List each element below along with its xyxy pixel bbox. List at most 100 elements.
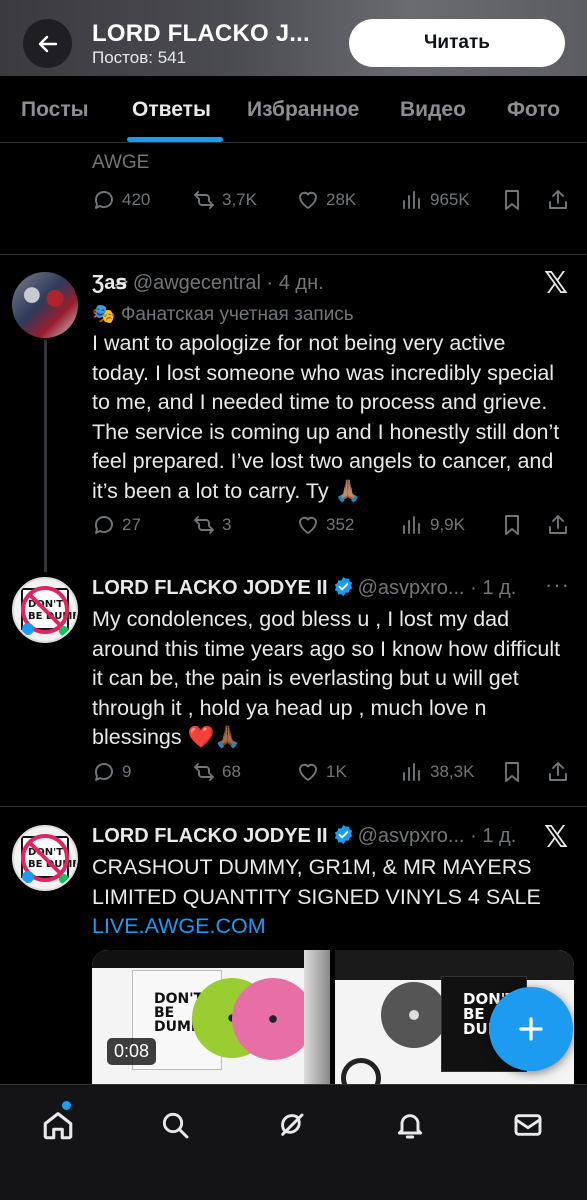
tab-replies[interactable]: Ответы xyxy=(132,98,211,122)
bookmark-button[interactable] xyxy=(500,188,524,212)
back-button[interactable] xyxy=(23,19,72,68)
post-actions: 420 3,7K 28K 965K xyxy=(92,188,572,218)
video-thumbnail[interactable]: DON'T BE DUMB 0:08 xyxy=(92,950,330,1090)
reply-count: 27 xyxy=(122,515,141,534)
avatar[interactable] xyxy=(12,272,78,338)
repost-arrows-icon xyxy=(194,516,214,534)
views-button[interactable]: 965K xyxy=(400,188,470,212)
avatar-image: DON'T BE DUMB xyxy=(21,834,76,884)
profile-header: LORD FLACKO J... Постов: 541 Читать xyxy=(0,0,587,76)
grok-icon xyxy=(281,1113,304,1136)
author-handle[interactable]: @awgecentral xyxy=(133,272,261,294)
profile-tabs: Посты Ответы Избранное Видео Фото xyxy=(0,76,587,142)
repost-count: 3,7K xyxy=(222,190,257,209)
arrow-left-icon xyxy=(38,35,57,52)
speech-bubble-icon xyxy=(95,763,113,781)
avatar-image: DON'T BE DUMB xyxy=(21,586,76,636)
post-actions: 9 68 1K 38,3K xyxy=(92,760,572,790)
bar-chart-icon xyxy=(403,763,420,781)
reply-button[interactable]: 420 xyxy=(92,188,150,212)
post-header: LORD FLACKO JODYE II @asvpxro... · 1 д. xyxy=(92,576,516,600)
bookmark-button[interactable] xyxy=(500,513,524,537)
repost-button[interactable]: 68 xyxy=(192,760,241,784)
nav-search[interactable] xyxy=(155,1105,195,1145)
vinyl-record xyxy=(232,978,314,1060)
reply-button[interactable]: 9 xyxy=(92,760,131,784)
mask-icon: 🎭 xyxy=(92,304,116,325)
bar-chart-icon xyxy=(403,191,420,209)
compose-button[interactable] xyxy=(489,987,573,1071)
tab-photos[interactable]: Фото xyxy=(507,98,560,122)
author-handle[interactable]: @asvpxro... xyxy=(358,577,465,599)
repost-button[interactable]: 3 xyxy=(192,513,231,537)
search-icon xyxy=(162,1112,189,1139)
like-button[interactable]: 1K xyxy=(296,760,347,784)
bookmark-icon xyxy=(505,515,519,535)
share-upload-icon xyxy=(549,762,567,781)
post-count: Постов: 541 xyxy=(92,48,187,67)
share-button[interactable] xyxy=(546,513,570,537)
author-name[interactable]: LORD FLACKO JODYE II xyxy=(92,825,328,847)
poster-edge xyxy=(304,950,330,1090)
share-button[interactable] xyxy=(546,760,570,784)
home-icon xyxy=(43,1112,73,1140)
like-button[interactable]: 28K xyxy=(296,188,356,212)
follow-button[interactable]: Читать xyxy=(349,19,565,67)
views-count: 9,9K xyxy=(430,515,465,534)
poster-strip xyxy=(92,950,330,968)
bar-chart-icon xyxy=(403,516,420,534)
plus-icon xyxy=(519,1017,543,1041)
tabs-divider xyxy=(0,142,587,143)
like-count: 28K xyxy=(326,190,357,209)
reply-button[interactable]: 27 xyxy=(92,513,141,537)
share-button[interactable] xyxy=(546,188,570,212)
x-logo-icon: 𝕏 xyxy=(544,820,569,855)
avatar[interactable]: DON'T BE DUMB xyxy=(12,825,78,891)
post-time: · 1 д. xyxy=(470,825,517,847)
author-name[interactable]: Ʒaꞩ xyxy=(92,272,127,294)
nav-grok[interactable] xyxy=(272,1105,312,1145)
post-link[interactable]: LIVE.AWGE.COM xyxy=(92,914,266,938)
post-actions: 27 3 352 9,9K xyxy=(92,513,572,543)
speech-bubble-icon xyxy=(95,191,113,209)
like-count: 352 xyxy=(326,515,355,534)
views-button[interactable]: 38,3K xyxy=(400,760,474,784)
video-duration: 0:08 xyxy=(107,1038,157,1065)
repost-count: 3 xyxy=(222,515,232,534)
notification-dot xyxy=(62,1101,71,1110)
nav-home[interactable] xyxy=(38,1105,78,1145)
avatar[interactable]: DON'T BE DUMB xyxy=(12,577,78,643)
profile-name: LORD FLACKO J... xyxy=(92,20,310,47)
post-header: Ʒaꞩ @awgecentral · 4 дн. xyxy=(92,270,324,295)
tab-videos[interactable]: Видео xyxy=(400,98,466,122)
speech-bubble-icon xyxy=(95,516,113,534)
heart-icon xyxy=(299,763,317,781)
author-name[interactable]: LORD FLACKO JODYE II xyxy=(92,577,328,599)
views-button[interactable]: 9,9K xyxy=(400,513,465,537)
bottom-navigation xyxy=(0,1084,587,1200)
share-upload-icon xyxy=(549,515,567,534)
heart-icon xyxy=(299,516,317,534)
repost-arrows-icon xyxy=(194,763,214,781)
share-upload-icon xyxy=(549,190,567,209)
nav-messages[interactable] xyxy=(508,1105,548,1145)
bookmark-icon xyxy=(505,762,519,782)
author-handle[interactable]: @asvpxro... xyxy=(358,825,465,847)
views-count: 965K xyxy=(430,190,470,209)
more-options-icon[interactable]: ··· xyxy=(545,572,570,598)
repost-count: 68 xyxy=(222,762,241,781)
bookmark-button[interactable] xyxy=(500,760,524,784)
post-divider xyxy=(0,806,587,807)
views-count: 38,3K xyxy=(430,762,475,781)
thread-line xyxy=(44,340,47,572)
verified-badge-icon xyxy=(334,824,352,845)
tab-posts[interactable]: Посты xyxy=(21,98,89,122)
tab-highlights[interactable]: Избранное xyxy=(247,98,359,122)
like-button[interactable]: 352 xyxy=(296,513,354,537)
nav-notifications[interactable] xyxy=(390,1105,430,1145)
post-text-content: CRASHOUT DUMMY, GR1M, & MR MAYERS LIMITE… xyxy=(92,855,541,909)
repost-button[interactable]: 3,7K xyxy=(192,188,257,212)
post-time: · 4 дн. xyxy=(266,272,324,294)
post-time: · 1 д. xyxy=(470,577,517,599)
post-divider xyxy=(0,254,587,255)
